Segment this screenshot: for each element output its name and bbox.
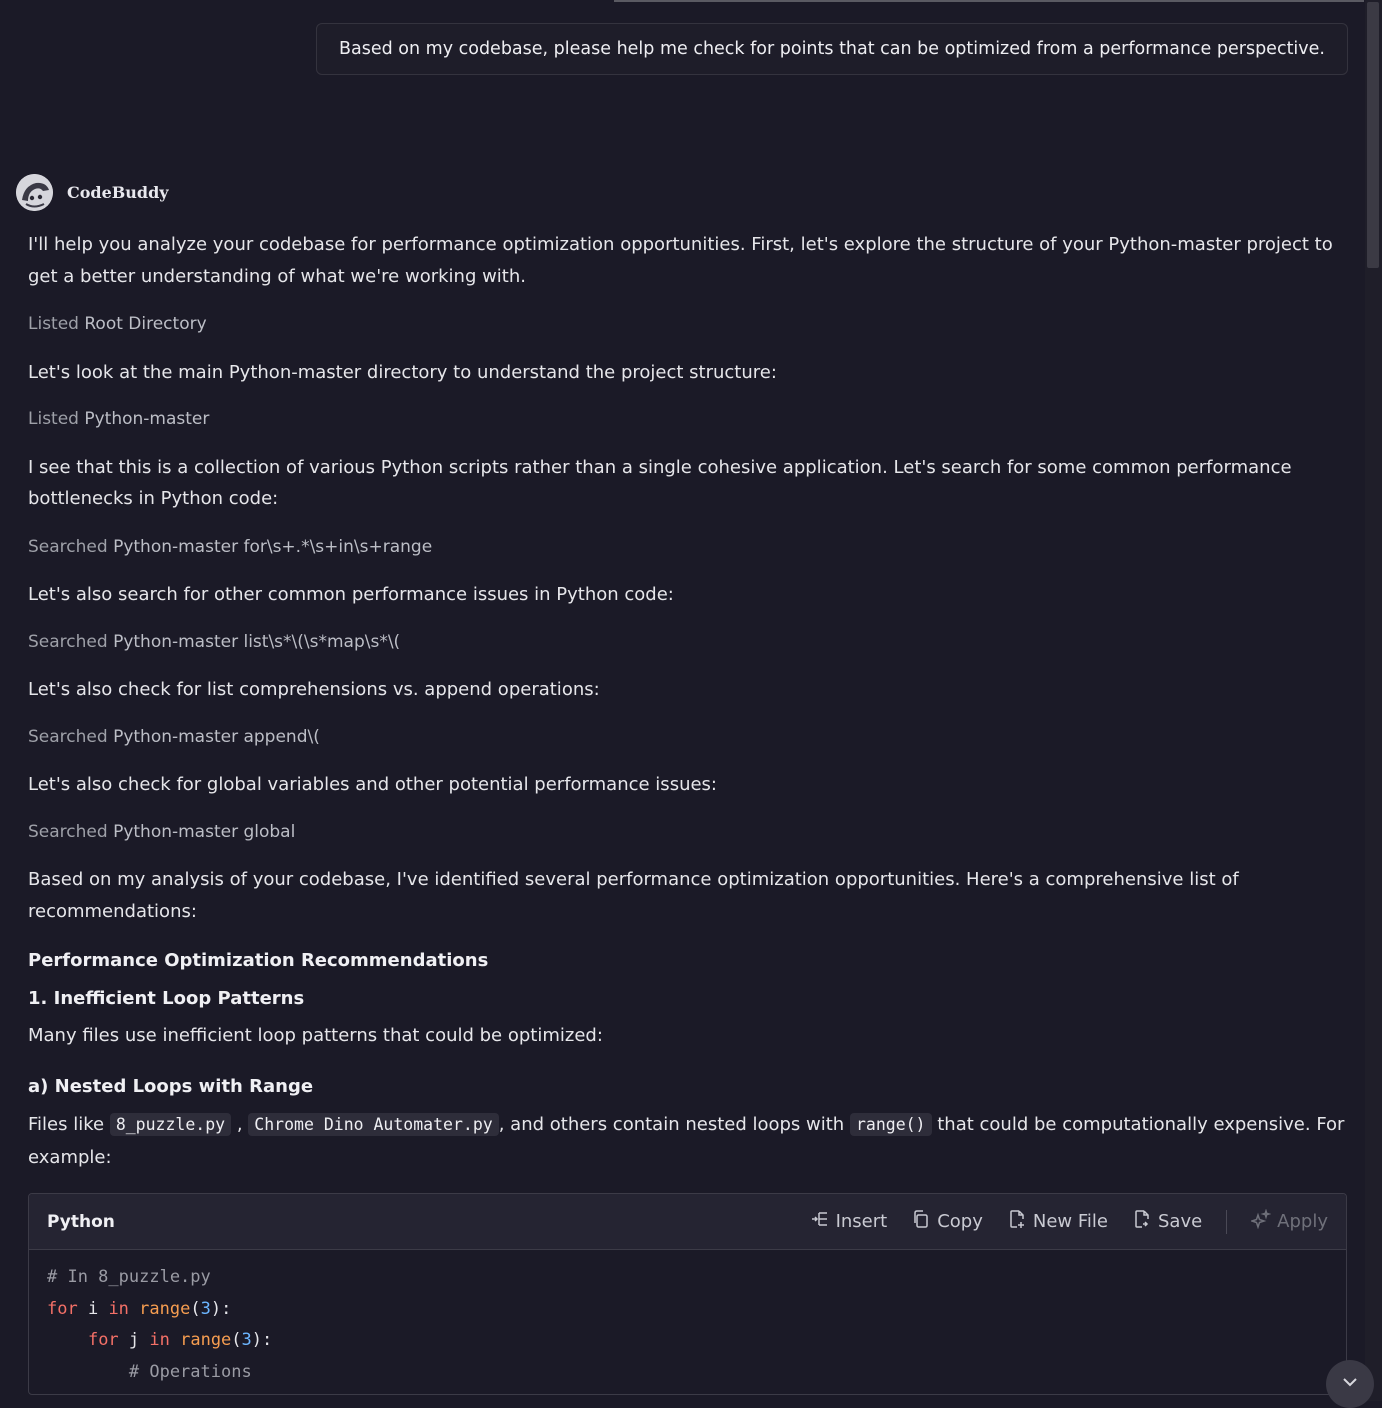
code-variable: j <box>118 1330 150 1350</box>
copy-label: Copy <box>937 1211 983 1232</box>
tool-call-search-global[interactable]: Searched Python-master global <box>28 817 1346 849</box>
code-line: # In 8_puzzle.py <box>47 1267 211 1287</box>
files-like-comma: , <box>236 1114 243 1135</box>
files-like-prefix: Files like <box>28 1114 105 1135</box>
code-number: 3 <box>241 1330 252 1350</box>
heading-recommendations: Performance Optimization Recommendations <box>28 950 489 971</box>
tool-verb: Listed <box>28 409 79 429</box>
paragraph-list-comp: Let's also check for list comprehensions… <box>28 679 600 700</box>
tool-verb: Searched <box>28 536 108 557</box>
inline-code-file2: Chrome Dino Automater.py <box>248 1113 499 1136</box>
tool-call-search-append[interactable]: Searched Python-master append\( <box>28 722 1346 754</box>
code-language-label: Python <box>47 1211 115 1232</box>
user-message-text: Based on my codebase, please help me che… <box>339 39 1325 59</box>
assistant-avatar-icon <box>16 174 53 211</box>
paragraph-collection: I see that this is a collection of vario… <box>28 456 1292 510</box>
code-line: for j in range(3): <box>47 1325 1328 1357</box>
tool-call-listed-root[interactable]: Listed Root Directory <box>28 309 1346 341</box>
tool-target[interactable]: Root Directory <box>84 314 206 334</box>
code-keyword: for <box>87 1330 119 1350</box>
tool-verb: Searched <box>28 821 108 842</box>
inline-code-file1: 8_puzzle.py <box>109 1113 232 1136</box>
code-variable: i <box>77 1298 109 1319</box>
scrollbar-thumb[interactable] <box>1367 2 1379 268</box>
assistant-message: I'll help you analyze your codebase for … <box>28 229 1346 1174</box>
tool-verb: Listed <box>28 314 79 334</box>
actions-divider <box>1226 1209 1228 1234</box>
paragraph-many-files: Many files use inefficient loop patterns… <box>28 1025 603 1046</box>
insert-icon <box>810 1209 836 1234</box>
code-keyword: for <box>47 1298 78 1319</box>
code-line: # Operations <box>47 1361 252 1382</box>
new-file-icon <box>1007 1209 1033 1234</box>
paragraph-intro: I'll help you analyze your codebase for … <box>28 234 1333 287</box>
assistant-name: CodeBuddy <box>67 183 169 202</box>
heading-subsection-a: a) Nested Loops with Range <box>28 1075 314 1097</box>
tool-call-search-range[interactable]: Searched Python-master for\s+.*\s+in\s+r… <box>28 532 1346 564</box>
paragraph-files-like: Files like 8_puzzle.py , Chrome Dino Aut… <box>28 1108 1346 1174</box>
new-file-label: New File <box>1032 1211 1108 1232</box>
inline-code-range: range() <box>849 1113 932 1136</box>
code-punct: ): <box>251 1330 273 1350</box>
save-file-icon <box>1132 1209 1158 1234</box>
insert-button[interactable]: Insert <box>810 1209 888 1234</box>
tool-call-search-map[interactable]: Searched Python-master list\s*\(\s*map\s… <box>28 627 1346 659</box>
code-punct: ): <box>210 1298 232 1319</box>
code-number: 3 <box>200 1298 211 1319</box>
code-punct: ( <box>231 1330 242 1350</box>
tool-target[interactable]: Python-master append\( <box>113 727 320 747</box>
user-message: Based on my codebase, please help me che… <box>316 23 1348 75</box>
paragraph-global-vars: Let's also check for global variables an… <box>28 774 717 795</box>
paragraph-look-main: Let's look at the main Python-master dir… <box>28 361 777 383</box>
heading-section-1: 1. Inefficient Loop Patterns <box>28 987 305 1009</box>
tool-target[interactable]: Python-master global <box>113 822 295 842</box>
code-body: # In 8_puzzle.py for i in range(3): for … <box>29 1250 1346 1394</box>
code-function: range <box>128 1298 191 1319</box>
copy-icon <box>911 1209 937 1234</box>
chevron-down-icon <box>1340 1372 1360 1397</box>
save-label: Save <box>1157 1211 1203 1232</box>
save-button[interactable]: Save <box>1132 1209 1202 1234</box>
sparkle-icon <box>1249 1208 1277 1234</box>
code-punct: ( <box>190 1298 201 1319</box>
tool-target[interactable]: Python-master list\s*\(\s*map\s*\( <box>113 632 400 652</box>
code-block-header: Python Insert Copy New File Save Apply <box>29 1194 1346 1250</box>
code-keyword: in <box>108 1298 129 1319</box>
top-progress-line <box>614 0 1364 2</box>
new-file-button[interactable]: New File <box>1007 1209 1108 1234</box>
code-function: range <box>169 1330 232 1350</box>
tool-verb: Searched <box>28 726 108 747</box>
tool-verb: Searched <box>28 631 108 652</box>
scrollbar[interactable] <box>1365 0 1382 1401</box>
code-actions: Insert Copy New File Save Apply <box>786 1208 1328 1234</box>
tool-target[interactable]: Python-master for\s+.*\s+in\s+range <box>113 537 432 557</box>
tool-target[interactable]: Python-master <box>84 409 209 429</box>
paragraph-analysis: Based on my analysis of your codebase, I… <box>28 869 1239 922</box>
code-line: for i in range(3): <box>47 1294 1328 1326</box>
apply-button[interactable]: Apply <box>1249 1208 1328 1234</box>
tool-call-listed-python-master[interactable]: Listed Python-master <box>28 404 1346 436</box>
assistant-header: CodeBuddy <box>16 174 169 211</box>
insert-label: Insert <box>835 1211 888 1232</box>
copy-button[interactable]: Copy <box>911 1209 983 1234</box>
code-block: Python Insert Copy New File Save Apply #… <box>28 1193 1347 1395</box>
files-like-middle: , and others contain nested loops with <box>498 1114 845 1135</box>
apply-label: Apply <box>1277 1211 1328 1232</box>
code-keyword: in <box>149 1330 170 1350</box>
paragraph-search-other: Let's also search for other common perfo… <box>28 584 674 605</box>
